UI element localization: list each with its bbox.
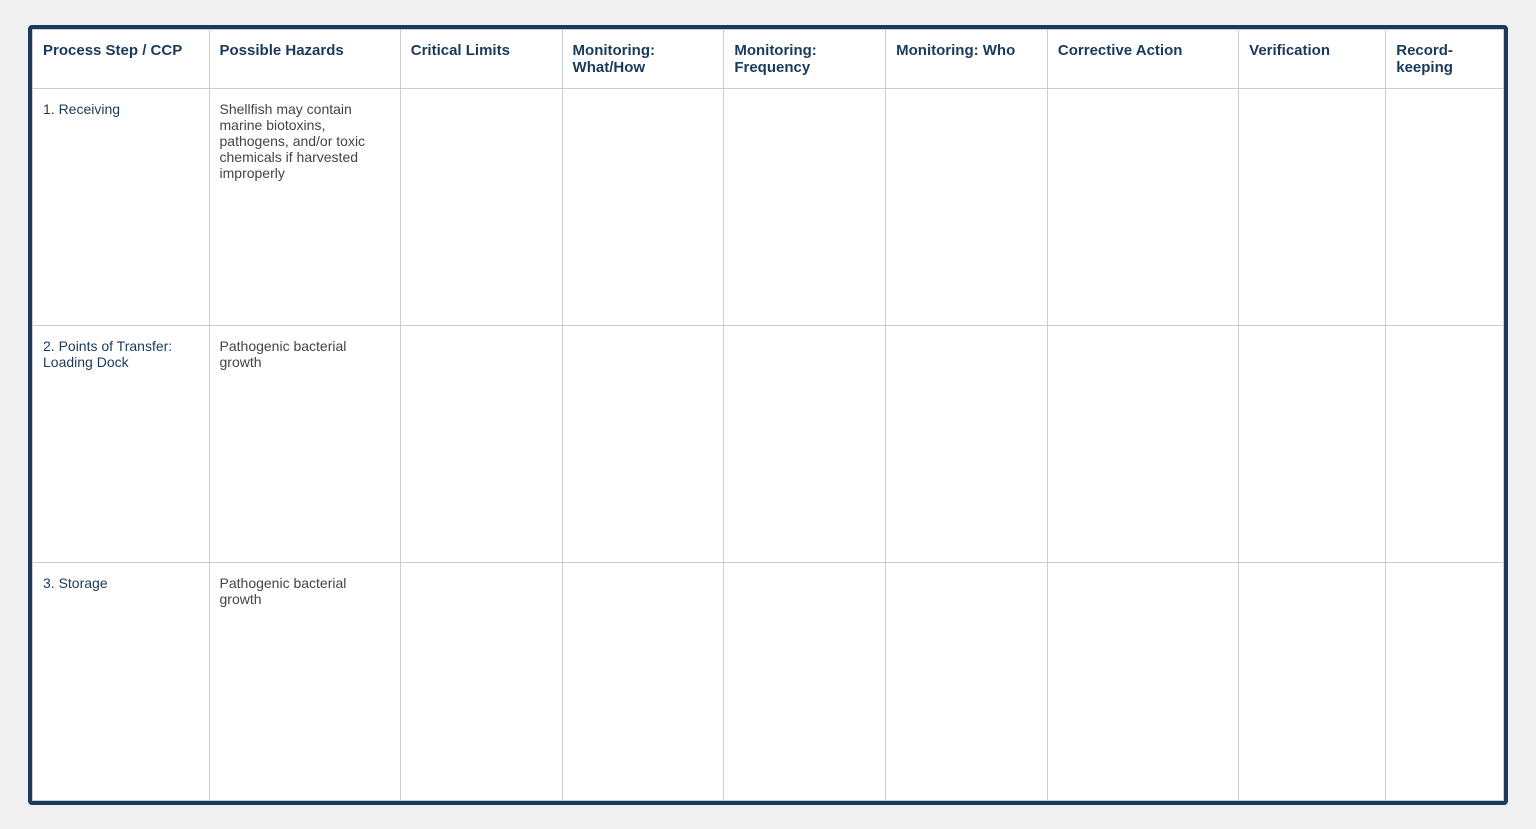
table-row: 2. Points of Transfer: Loading Dock Path… (33, 325, 1504, 562)
row1-corrective (1047, 88, 1238, 325)
row3-verification (1239, 563, 1386, 800)
row2-verification (1239, 325, 1386, 562)
header-critical: Critical Limits (400, 29, 562, 88)
row1-critical (400, 88, 562, 325)
header-mon-freq: Monitoring: Frequency (724, 29, 886, 88)
row2-mon-who (886, 325, 1048, 562)
row1-mon-who (886, 88, 1048, 325)
row1-recordkeeping (1386, 88, 1504, 325)
header-hazards: Possible Hazards (209, 29, 400, 88)
header-mon-what: Monitoring: What/How (562, 29, 724, 88)
row2-critical (400, 325, 562, 562)
haccp-table: Process Step / CCP Possible Hazards Crit… (32, 29, 1504, 801)
row1-mon-freq (724, 88, 886, 325)
row3-mon-what (562, 563, 724, 800)
header-row: Process Step / CCP Possible Hazards Crit… (33, 29, 1504, 88)
header-verification: Verification (1239, 29, 1386, 88)
row1-process: 1. Receiving (33, 88, 210, 325)
row2-recordkeeping (1386, 325, 1504, 562)
header-corrective: Corrective Action (1047, 29, 1238, 88)
table-row: 1. Receiving Shellfish may contain marin… (33, 88, 1504, 325)
table-row: 3. Storage Pathogenic bacterial growth (33, 563, 1504, 800)
row1-verification (1239, 88, 1386, 325)
row2-hazards: Pathogenic bacterial growth (209, 325, 400, 562)
row1-hazards: Shellfish may contain marine biotoxins, … (209, 88, 400, 325)
row3-mon-freq (724, 563, 886, 800)
row3-hazards: Pathogenic bacterial growth (209, 563, 400, 800)
header-recordkeeping: Record-keeping (1386, 29, 1504, 88)
row2-mon-what (562, 325, 724, 562)
row3-recordkeeping (1386, 563, 1504, 800)
row2-mon-freq (724, 325, 886, 562)
row2-process: 2. Points of Transfer: Loading Dock (33, 325, 210, 562)
row3-corrective (1047, 563, 1238, 800)
row1-mon-what (562, 88, 724, 325)
row3-process: 3. Storage (33, 563, 210, 800)
row3-mon-who (886, 563, 1048, 800)
haccp-table-wrapper: Process Step / CCP Possible Hazards Crit… (28, 25, 1508, 805)
row3-critical (400, 563, 562, 800)
header-process: Process Step / CCP (33, 29, 210, 88)
header-mon-who: Monitoring: Who (886, 29, 1048, 88)
row2-corrective (1047, 325, 1238, 562)
